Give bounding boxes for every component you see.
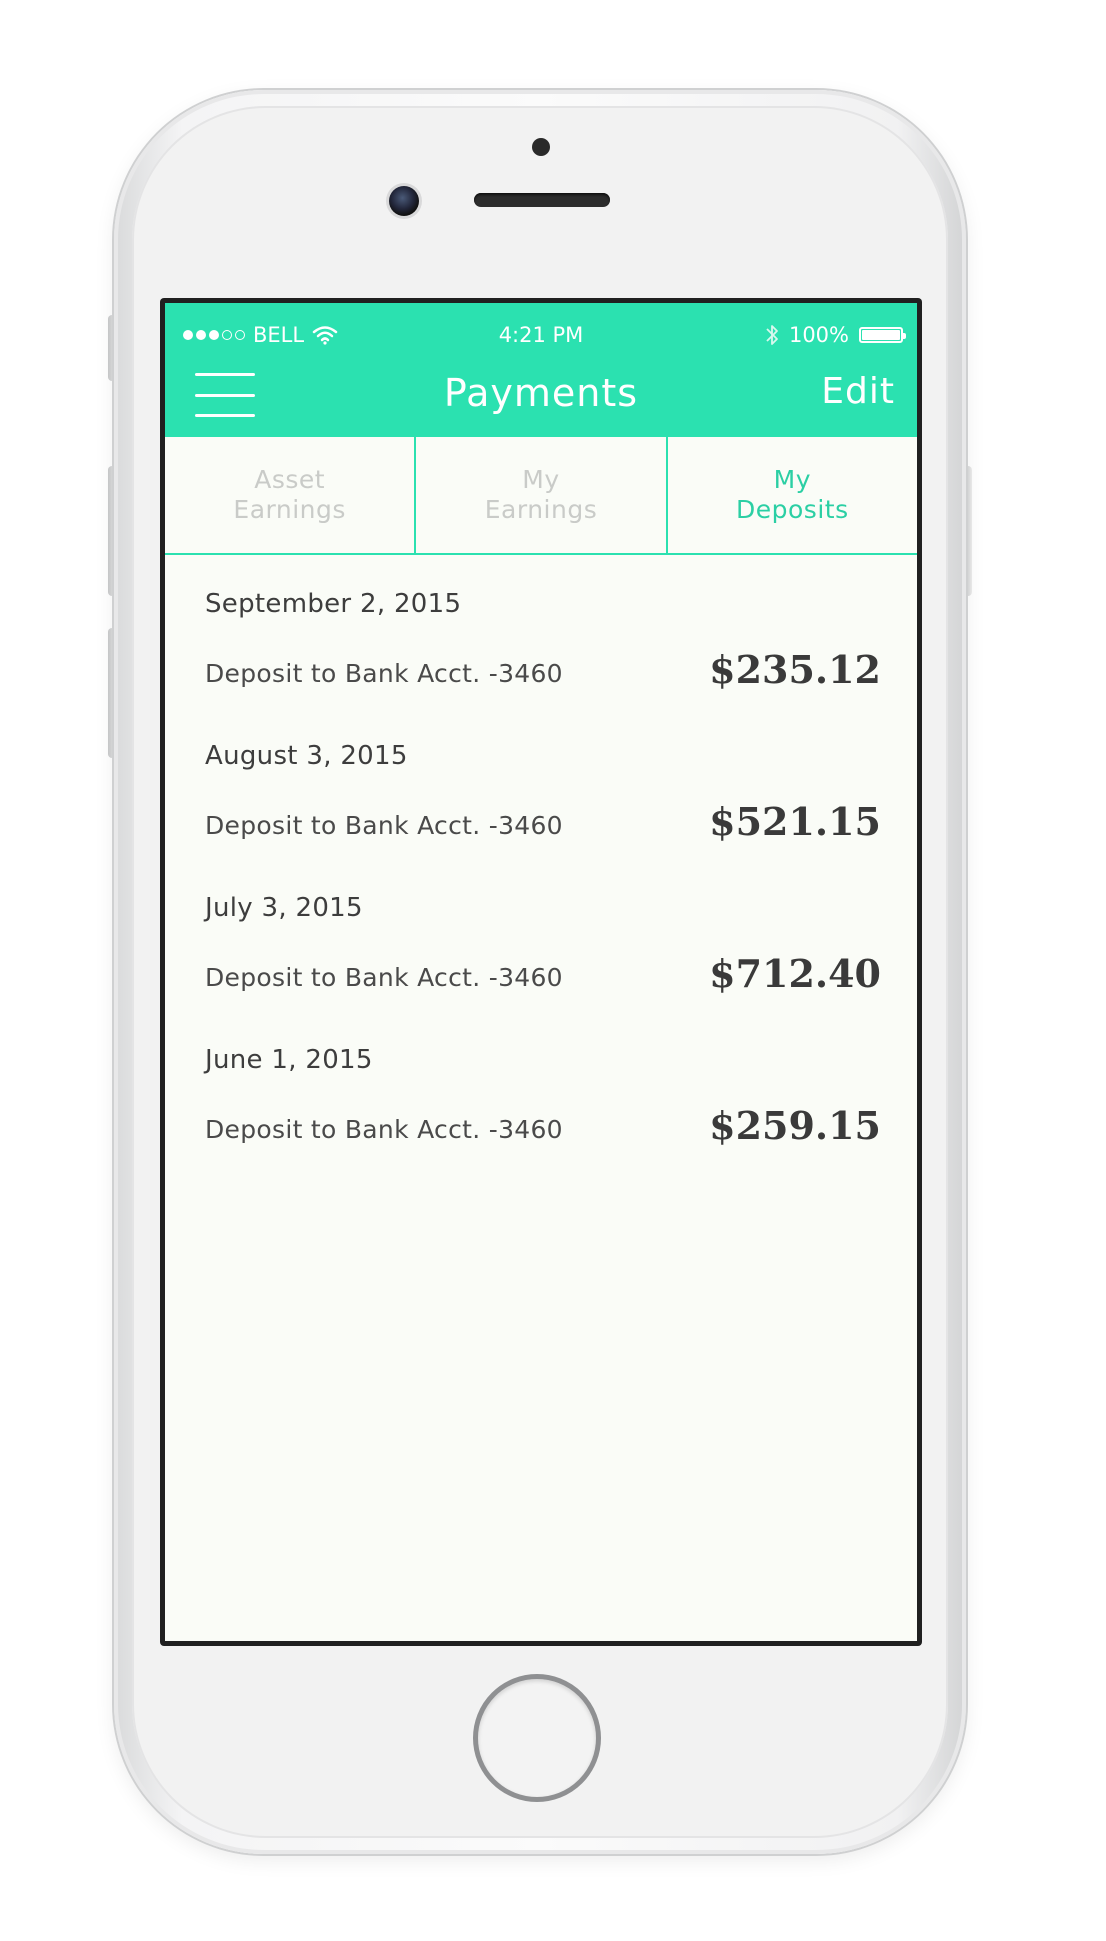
tab-my-earnings[interactable]: My Earnings [416, 437, 668, 553]
deposit-row[interactable]: Deposit to Bank Acct. -3460 $712.40 [205, 951, 881, 997]
bluetooth-icon [765, 323, 779, 347]
deposit-amount: $712.40 [709, 950, 881, 996]
app-header: BELL 4:21 PM 100% Payments Edit [165, 303, 917, 437]
deposit-date: August 3, 2015 [205, 741, 408, 771]
device-stage: BELL 4:21 PM 100% Payments Edit Asset Ea… [0, 0, 1106, 1941]
status-right: 100% [765, 323, 906, 347]
deposit-description: Deposit to Bank Acct. -3460 [205, 1114, 563, 1144]
tab-my-deposits[interactable]: My Deposits [668, 437, 917, 553]
front-camera [389, 186, 419, 216]
segmented-tabs: Asset Earnings My Earnings My Deposits [165, 437, 917, 555]
deposit-amount: $259.15 [709, 1102, 881, 1148]
deposit-description: Deposit to Bank Acct. -3460 [205, 810, 563, 840]
deposit-group: June 1, 2015 Deposit to Bank Acct. -3460… [165, 1011, 917, 1163]
tab-label: My Deposits [736, 465, 849, 524]
deposit-group: August 3, 2015 Deposit to Bank Acct. -34… [165, 707, 917, 859]
deposit-description: Deposit to Bank Acct. -3460 [205, 962, 563, 992]
deposit-group: September 2, 2015 Deposit to Bank Acct. … [165, 555, 917, 707]
phone-screen: BELL 4:21 PM 100% Payments Edit Asset Ea… [160, 298, 922, 1646]
status-bar: BELL 4:21 PM 100% [165, 321, 917, 351]
home-button[interactable] [473, 1674, 601, 1802]
deposit-date: September 2, 2015 [205, 589, 462, 619]
deposit-date: July 3, 2015 [205, 893, 363, 923]
deposit-group: July 3, 2015 Deposit to Bank Acct. -3460… [165, 859, 917, 1011]
tab-label: Asset Earnings [233, 465, 346, 524]
proximity-sensor [532, 138, 550, 156]
tab-asset-earnings[interactable]: Asset Earnings [165, 437, 417, 553]
tab-label: My Earnings [484, 465, 598, 524]
app-screen: BELL 4:21 PM 100% Payments Edit Asset Ea… [165, 303, 917, 1641]
deposit-amount: $521.15 [709, 798, 881, 844]
edit-button[interactable]: Edit [821, 371, 895, 412]
deposit-description: Deposit to Bank Acct. -3460 [205, 658, 563, 688]
deposit-row[interactable]: Deposit to Bank Acct. -3460 $259.15 [205, 1103, 881, 1149]
deposit-date: June 1, 2015 [205, 1045, 373, 1075]
deposit-amount: $235.12 [709, 646, 881, 692]
battery-level [862, 330, 900, 340]
deposits-list: September 2, 2015 Deposit to Bank Acct. … [165, 555, 917, 1163]
battery-percent: 100% [788, 323, 849, 347]
deposit-row[interactable]: Deposit to Bank Acct. -3460 $521.15 [205, 799, 881, 845]
battery-icon [859, 327, 906, 343]
page-title: Payments [443, 371, 639, 415]
earpiece-speaker [474, 193, 610, 207]
deposit-row[interactable]: Deposit to Bank Acct. -3460 $235.12 [205, 647, 881, 693]
